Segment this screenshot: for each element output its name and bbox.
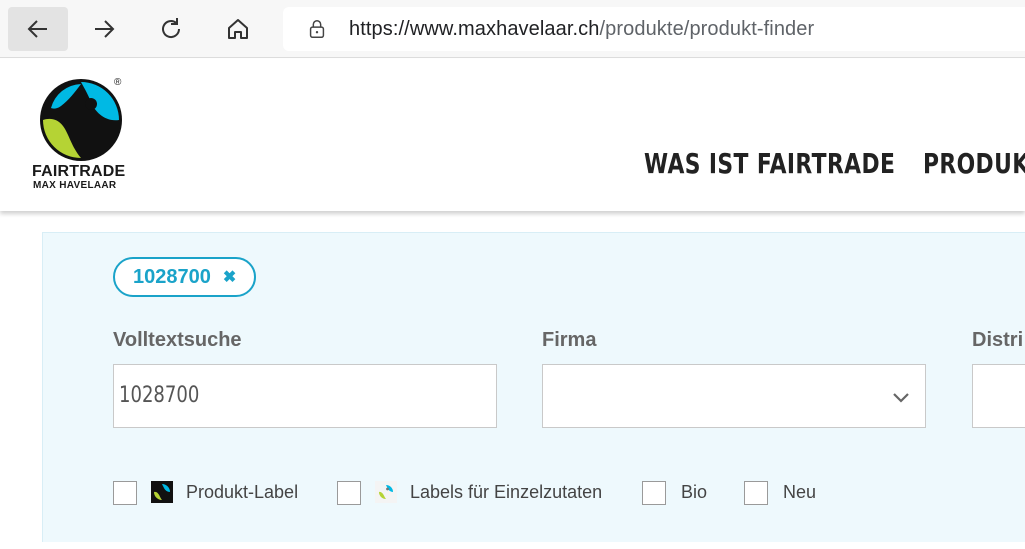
neu-checkbox[interactable] xyxy=(744,481,768,505)
close-icon[interactable]: ✖ xyxy=(223,267,236,287)
home-icon xyxy=(228,19,248,39)
fairtrade-mark-icon xyxy=(40,79,122,161)
back-button[interactable] xyxy=(8,7,68,51)
menu-item-produkte[interactable]: PRODUKT xyxy=(923,147,1025,180)
company-label: Firma xyxy=(542,329,597,351)
arrow-left-icon xyxy=(27,20,47,38)
product-filter-panel: 1028700 ✖ Volltextsuche Firma Distri 102… xyxy=(42,232,1025,542)
lock-icon xyxy=(305,17,329,41)
fairtrade-logo[interactable]: ® FAIRTRADE MAX HAVELAAR xyxy=(32,77,132,197)
url-path: /produkte/produkt-finder xyxy=(599,17,815,40)
home-button[interactable] xyxy=(208,7,268,51)
url-domain: https://www.maxhavelaar.ch xyxy=(349,17,600,40)
fairtrade-mark-icon xyxy=(151,481,173,503)
fulltext-search-input[interactable]: 1028700 xyxy=(113,364,497,428)
logo-subtitle: MAX HAVELAAR xyxy=(33,180,117,191)
menu-item-was-ist-fairtrade[interactable]: WAS IST FAIRTRADE xyxy=(644,147,895,180)
fulltext-search-label: Volltextsuche xyxy=(113,329,242,351)
company-select[interactable] xyxy=(542,364,926,428)
einzelzutaten-label-text: Labels für Einzelzutaten xyxy=(410,482,603,502)
active-filter-chip[interactable]: 1028700 ✖ xyxy=(113,257,257,297)
bio-label-text: Bio xyxy=(681,482,708,502)
distributor-label: Distri xyxy=(972,329,1024,351)
reload-button[interactable] xyxy=(141,7,201,51)
bio-checkbox[interactable] xyxy=(642,481,666,505)
browser-toolbar: https://www.maxhavelaar.ch/produkte/prod… xyxy=(0,0,1025,58)
chevron-down-icon xyxy=(893,393,909,403)
neu-label-text: Neu xyxy=(783,482,817,502)
forward-button[interactable] xyxy=(74,7,134,51)
address-bar[interactable]: https://www.maxhavelaar.ch/produkte/prod… xyxy=(283,7,1025,51)
site-header: ® FAIRTRADE MAX HAVELAAR WAS IST FAIRTRA… xyxy=(0,59,1025,211)
distributor-select[interactable] xyxy=(972,364,1025,428)
url-text: https://www.maxhavelaar.ch/produkte/prod… xyxy=(349,18,814,41)
produkt-label-text: Produkt-Label xyxy=(186,482,299,502)
fulltext-search-value: 1028700 xyxy=(119,383,200,408)
logo-wordmark: FAIRTRADE xyxy=(32,163,126,180)
einzelzutaten-checkbox[interactable] xyxy=(337,481,361,505)
registered-mark: ® xyxy=(114,77,122,88)
chip-label: 1028700 xyxy=(133,265,211,288)
ingredient-label-icon xyxy=(375,481,397,503)
arrow-right-icon xyxy=(95,20,115,38)
reload-icon xyxy=(162,18,181,38)
produkt-label-checkbox[interactable] xyxy=(113,481,137,505)
